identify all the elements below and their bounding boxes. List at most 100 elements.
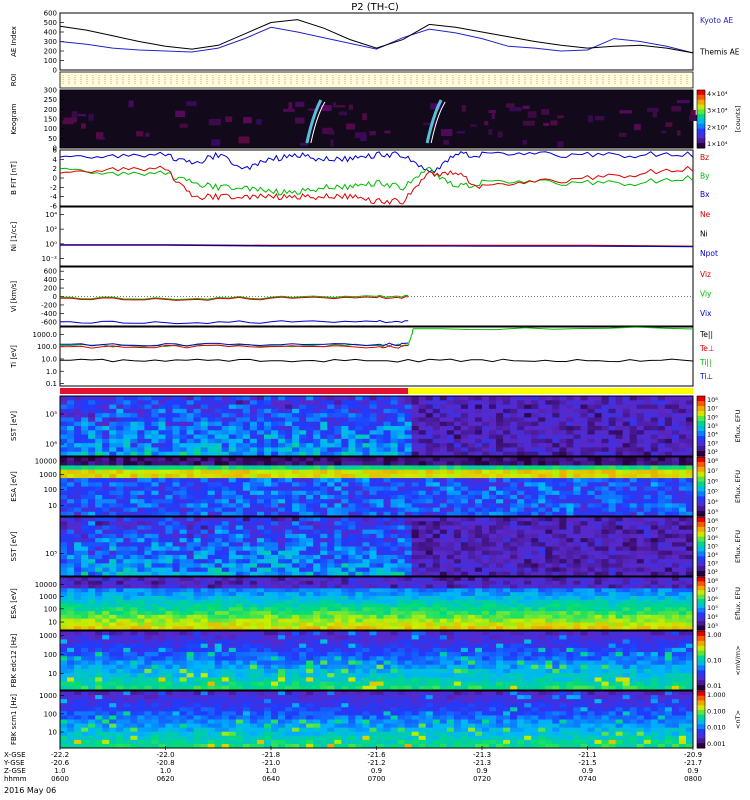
spectro-cell	[130, 559, 138, 564]
spectro-cell	[608, 465, 617, 471]
spectro-cell	[531, 517, 539, 522]
spectro-cell	[207, 400, 216, 405]
spectro-cell	[172, 426, 180, 431]
spectro-cell	[383, 503, 391, 508]
spectro-cell	[130, 494, 138, 500]
spectro-cell	[292, 434, 300, 440]
keogram-cell	[384, 130, 391, 134]
spectro-cell	[235, 584, 244, 589]
spectro-cell	[348, 404, 356, 410]
spectro-cell	[664, 559, 673, 564]
spectro-cell	[320, 577, 328, 582]
spectro-cell	[193, 486, 202, 492]
spectro-cell	[186, 404, 195, 410]
spectro-cell	[144, 599, 152, 604]
spectro-cell	[538, 396, 546, 401]
spectro-cell	[376, 421, 384, 427]
spectro-cell	[306, 438, 314, 444]
spectro-cell	[193, 434, 202, 440]
spectro-cell	[200, 521, 209, 526]
spectro-cell	[95, 567, 103, 573]
spectro-cell	[510, 438, 518, 444]
spectro-cell	[214, 482, 223, 487]
spectro-cell	[67, 457, 75, 462]
spectro-cell	[559, 434, 567, 440]
spectro-cell	[278, 490, 286, 496]
spectro-cell	[566, 473, 574, 479]
spectro-cell	[664, 426, 673, 431]
spectro-cell	[158, 447, 166, 453]
spectro-cell	[650, 563, 659, 568]
spectro-cell	[383, 595, 391, 601]
spectro-cell	[580, 554, 588, 560]
spectro-cell	[362, 563, 370, 568]
spectro-cell	[278, 400, 286, 405]
spectro-cell	[432, 550, 441, 556]
spectro-cell	[517, 396, 525, 401]
spectro-cell	[292, 618, 300, 623]
spectro-cell	[221, 525, 230, 531]
spectro-cell	[158, 563, 166, 568]
spectro-cell	[545, 421, 553, 427]
spectro-cell	[214, 469, 223, 475]
spectro-cell	[200, 611, 209, 616]
spectro-cell	[102, 486, 110, 492]
spectro-cell	[580, 434, 588, 440]
spectro-cell	[383, 567, 391, 573]
spectro-cell	[67, 438, 75, 444]
spectro-cell	[235, 482, 244, 487]
spectro-cell	[67, 434, 75, 440]
spectro-cell	[74, 599, 82, 604]
spectro-cell	[320, 550, 328, 556]
spectro-cell	[482, 478, 490, 483]
spectro-cell	[383, 542, 391, 547]
colorbar-segment	[697, 491, 705, 497]
spectro-cell	[489, 567, 497, 573]
spectro-cell	[608, 517, 617, 522]
spectro-cell	[263, 421, 272, 427]
spectro-cell	[88, 559, 96, 564]
spectro-cell	[299, 603, 307, 608]
spectro-cell	[657, 563, 666, 568]
spectro-cell	[299, 533, 307, 539]
spectro-cell	[531, 413, 539, 418]
spectro-cell	[109, 546, 117, 552]
spectro-cell	[657, 486, 666, 492]
spectro-cell	[60, 542, 68, 547]
spectro-cell	[313, 595, 321, 601]
spectro-cell	[102, 400, 110, 405]
spectro-cell	[671, 533, 680, 539]
spectro-cell	[657, 447, 666, 453]
spectro-cell	[636, 443, 645, 448]
spectro-cell	[545, 438, 553, 444]
spectro-cell	[390, 490, 398, 496]
spectro-cell	[299, 417, 307, 423]
spectro-cell	[102, 404, 110, 410]
spectro-cell	[249, 603, 258, 608]
spectro-cell	[650, 529, 659, 535]
spectro-cell	[531, 426, 539, 431]
spectro-cell	[327, 461, 335, 466]
spectro-cell	[404, 430, 413, 435]
spectro-cell	[369, 457, 377, 462]
spectro-cell	[383, 461, 391, 466]
spectro-cell	[404, 404, 413, 410]
spectro-cell	[207, 554, 216, 560]
spectro-cell	[425, 580, 434, 585]
spectro-cell	[179, 421, 187, 427]
spectro-cell	[130, 529, 138, 535]
spectro-cell	[320, 595, 328, 601]
spectro-cell	[242, 499, 251, 504]
spectro-cell	[306, 400, 314, 405]
spectro-cell	[510, 421, 518, 427]
spectro-cell	[235, 588, 244, 593]
spectro-cell	[186, 469, 195, 475]
spectro-cell	[214, 550, 223, 556]
spectro-cell	[482, 507, 490, 513]
spectro-cell	[327, 529, 335, 535]
spectro-cell	[566, 400, 574, 405]
spectro-cell	[573, 421, 581, 427]
spectro-cell	[376, 525, 384, 531]
spectro-cell	[292, 478, 300, 483]
spectro-cell	[397, 478, 406, 483]
